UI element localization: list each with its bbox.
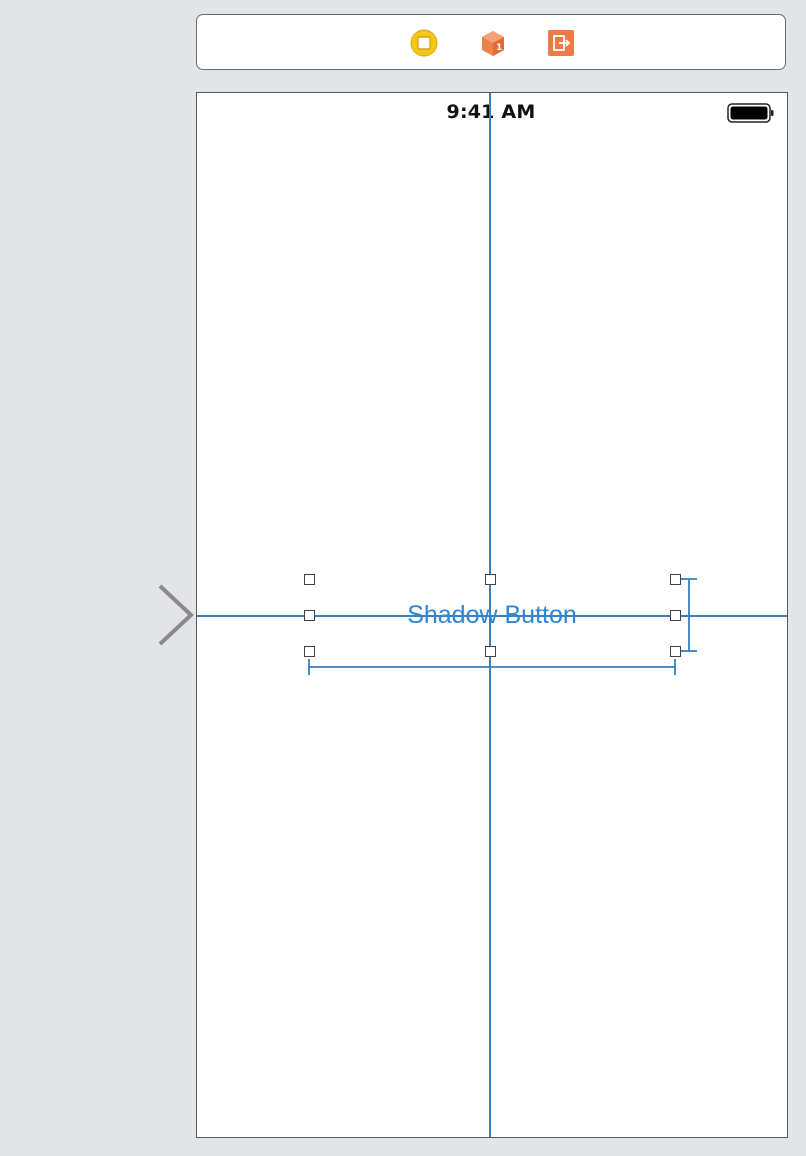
resize-handle-bottom[interactable] bbox=[485, 646, 496, 657]
resize-handle-right[interactable] bbox=[670, 610, 681, 621]
resize-handle-top-left[interactable] bbox=[304, 574, 315, 585]
resize-handle-top[interactable] bbox=[485, 574, 496, 585]
view-controller-icon[interactable] bbox=[410, 29, 438, 57]
exit-icon[interactable] bbox=[547, 29, 575, 57]
status-bar-time: 9:41 AM bbox=[446, 101, 536, 123]
shadow-button[interactable]: Shadow Button bbox=[309, 579, 675, 651]
storyboard-entry-point-arrow[interactable] bbox=[10, 580, 200, 650]
width-constraint bbox=[308, 659, 676, 675]
resize-handle-top-right[interactable] bbox=[670, 574, 681, 585]
storyboard-canvas[interactable]: 1 9:41 AM Shadow Button bbox=[0, 0, 806, 1156]
resize-handle-left[interactable] bbox=[304, 610, 315, 621]
svg-text:1: 1 bbox=[496, 43, 502, 53]
scene-view[interactable]: 9:41 AM Shadow Button bbox=[196, 92, 788, 1138]
resize-handle-bottom-left[interactable] bbox=[304, 646, 315, 657]
first-responder-icon[interactable]: 1 bbox=[479, 29, 507, 57]
scene-dock: 1 bbox=[196, 14, 786, 70]
battery-icon bbox=[727, 103, 774, 123]
resize-handle-bottom-right[interactable] bbox=[670, 646, 681, 657]
